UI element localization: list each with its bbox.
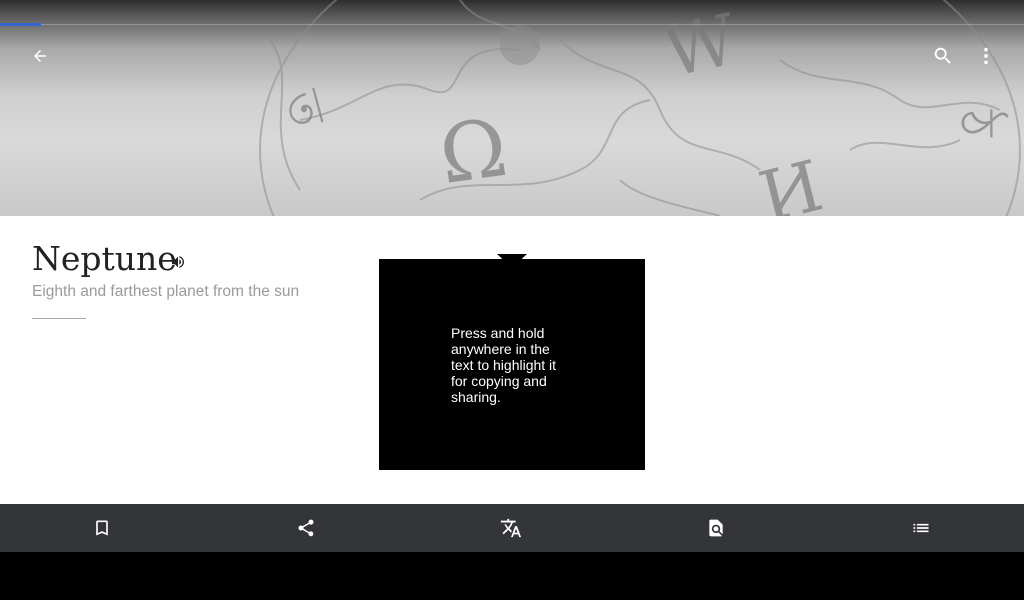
volume-icon: [172, 256, 185, 268]
tooltip-arrow: [497, 254, 527, 268]
svg-text:ঠ: ঠ: [948, 109, 1009, 138]
lead-image[interactable]: Ω W И ত ঠ: [0, 0, 1024, 216]
save-bookmark-button[interactable]: [72, 504, 132, 552]
onboarding-tooltip[interactable]: Press and hold anywhere in the text to h…: [379, 259, 645, 470]
pronunciation-button[interactable]: [170, 254, 186, 270]
arrow-left-icon: [34, 50, 46, 62]
back-button[interactable]: [20, 36, 60, 76]
translate-icon: [500, 518, 522, 538]
title-divider: [32, 318, 86, 319]
find-in-page-icon: [709, 519, 723, 537]
page-load-progress-bar: [0, 23, 41, 26]
search-button[interactable]: [923, 36, 963, 76]
find-in-page-button[interactable]: [686, 504, 746, 552]
table-of-contents-button[interactable]: [891, 504, 951, 552]
page-action-toolbar: [0, 504, 1024, 552]
article-title: Neptune: [32, 239, 177, 278]
system-navigation-bar: [0, 552, 1024, 600]
svg-text:И: И: [751, 145, 830, 216]
svg-text:W: W: [656, 0, 743, 93]
search-icon: [934, 47, 951, 64]
more-vert-icon: [984, 47, 988, 65]
article-description: Eighth and farthest planet from the sun: [32, 283, 300, 300]
svg-text:Ω: Ω: [434, 101, 513, 202]
overflow-menu-button[interactable]: [966, 36, 1006, 76]
table-of-contents-icon: [913, 523, 929, 533]
svg-text:ত: ত: [275, 84, 337, 134]
progress-track: [0, 24, 1024, 25]
share-icon: [298, 519, 314, 537]
bookmark-icon: [96, 520, 108, 536]
change-language-button[interactable]: [481, 504, 541, 552]
wikipedia-globe-image: Ω W И ত ঠ: [259, 0, 1021, 216]
tooltip-text: Press and hold anywhere in the text to h…: [451, 325, 557, 405]
share-button[interactable]: [276, 504, 336, 552]
